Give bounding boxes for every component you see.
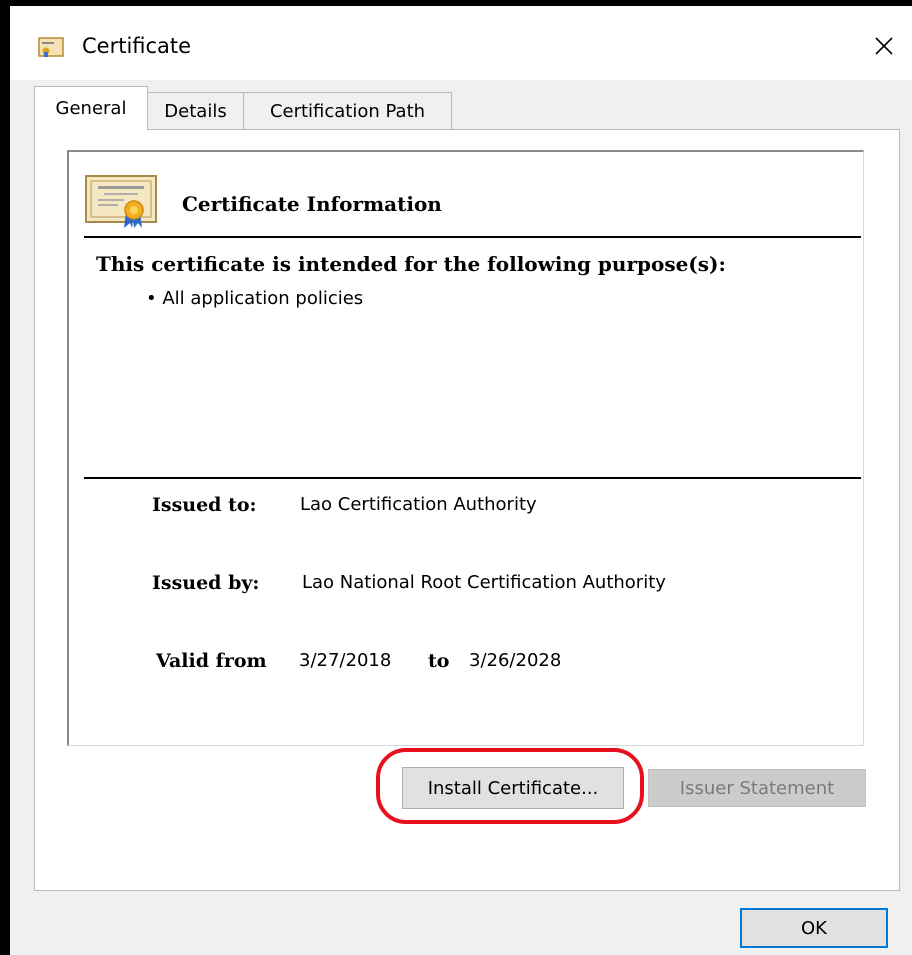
certificate-information-heading: Certificate Information bbox=[182, 192, 442, 216]
ok-label: OK bbox=[801, 917, 827, 939]
purpose-heading: This certificate is intended for the fol… bbox=[96, 252, 726, 276]
tab-certification-path[interactable]: Certification Path bbox=[244, 92, 452, 130]
tab-general-label: General bbox=[55, 98, 127, 119]
valid-from-value: 3/27/2018 bbox=[299, 650, 392, 671]
certificate-dialog: Certificate General Details Certificatio… bbox=[10, 6, 912, 955]
title-bar: Certificate bbox=[10, 6, 912, 80]
divider bbox=[84, 477, 861, 479]
tab-details-label: Details bbox=[164, 101, 227, 122]
issued-by-value: Lao National Root Certification Authorit… bbox=[302, 572, 666, 593]
valid-from-label: Valid from bbox=[156, 650, 267, 672]
valid-to-value: 3/26/2028 bbox=[469, 650, 562, 671]
issuer-statement-label: Issuer Statement bbox=[679, 777, 835, 799]
ok-button[interactable]: OK bbox=[740, 908, 888, 948]
install-certificate-button[interactable]: Install Certificate... bbox=[402, 767, 624, 809]
tab-certification-path-label: Certification Path bbox=[269, 101, 426, 122]
certificate-icon bbox=[38, 37, 64, 57]
issuer-statement-button: Issuer Statement bbox=[648, 769, 866, 807]
tab-general[interactable]: General bbox=[34, 86, 148, 130]
purpose-list-item: • All application policies bbox=[146, 288, 364, 309]
issued-by-label: Issued by: bbox=[152, 572, 260, 594]
close-icon[interactable] bbox=[862, 24, 906, 68]
divider bbox=[84, 236, 861, 238]
window-title: Certificate bbox=[82, 34, 192, 58]
tab-details[interactable]: Details bbox=[148, 92, 244, 130]
issued-to-label: Issued to: bbox=[152, 494, 257, 516]
install-certificate-label: Install Certificate... bbox=[427, 777, 599, 799]
issued-to-value: Lao Certification Authority bbox=[300, 494, 537, 515]
certificate-icon bbox=[85, 175, 157, 228]
valid-to-label: to bbox=[428, 650, 450, 672]
